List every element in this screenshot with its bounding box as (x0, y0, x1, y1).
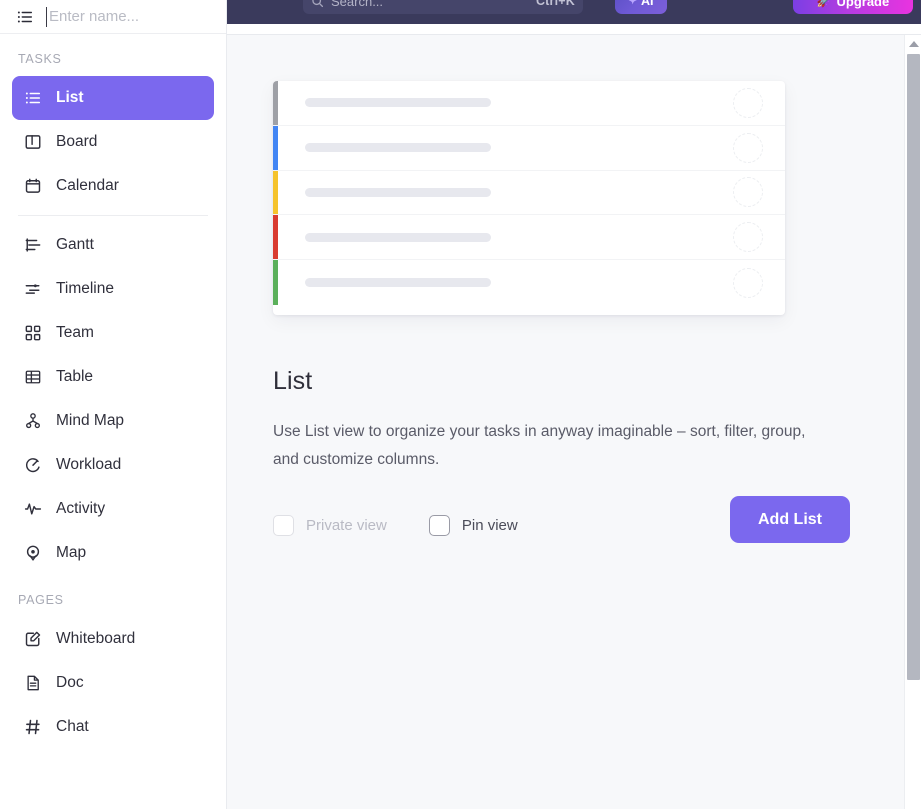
sidebar-item-label: Chat (56, 718, 89, 735)
sidebar-item-activity[interactable]: Activity (12, 487, 214, 531)
preview-row-color-bar (273, 215, 278, 260)
sidebar-divider (18, 215, 208, 216)
sidebar-item-workload[interactable]: Workload (12, 443, 214, 487)
preview-row-avatar (733, 132, 763, 163)
scroll-up-arrow-icon[interactable] (905, 35, 921, 52)
sidebar-item-team[interactable]: Team (12, 311, 214, 355)
sidebar-item-label: Doc (56, 674, 84, 691)
vertical-scrollbar[interactable] (904, 35, 921, 809)
sidebar-item-gantt[interactable]: Gantt (12, 223, 214, 267)
page-title: List (273, 367, 313, 395)
preview-row-placeholder (305, 143, 491, 153)
sidebar-item-label: Workload (56, 456, 122, 473)
sidebar-item-map[interactable]: Map (12, 531, 214, 575)
preview-row-placeholder (305, 232, 491, 242)
checkbox-box (273, 514, 294, 536)
preview-row-color-bar (273, 170, 278, 215)
top-header-bar: Search... Ctrl+K ✦ AI 🚀 Upgrade (205, 0, 921, 24)
hash-icon (23, 718, 42, 737)
preview-row (273, 81, 785, 126)
view-name-input[interactable] (46, 6, 226, 27)
scrollbar-thumb[interactable] (907, 54, 920, 680)
doc-icon (23, 674, 42, 693)
sidebar-item-label: Mind Map (56, 412, 125, 429)
mind-map-icon (23, 412, 42, 431)
ai-button[interactable]: ✦ AI (615, 0, 667, 14)
calendar-icon (23, 177, 42, 196)
table-icon (23, 368, 42, 387)
app-window: Search... Ctrl+K ✦ AI 🚀 Upgrade Enter na… (0, 0, 921, 809)
preview-row (273, 170, 785, 216)
sidebar-item-label: Board (56, 133, 98, 150)
sidebar-item-label: Team (56, 324, 94, 341)
sidebar-item-list[interactable]: List (12, 76, 214, 120)
sparkle-icon: ✦ (628, 0, 637, 7)
private-view-checkbox[interactable]: Private view (273, 514, 387, 536)
sidebar-item-timeline[interactable]: Timeline (12, 267, 214, 311)
search-icon (311, 0, 324, 8)
sidebar-nav: TASKS List Board Calendar Gantt Timeline… (0, 34, 226, 809)
ai-button-label: AI (640, 0, 654, 8)
search-shortcut: Ctrl+K (535, 0, 575, 8)
main-content: List Use List view to organize your task… (227, 35, 921, 809)
activity-icon (23, 500, 42, 519)
sidebar-item-label: Activity (56, 500, 106, 517)
preview-row-avatar (733, 267, 763, 298)
list-icon (23, 89, 42, 108)
upgrade-button[interactable]: 🚀 Upgrade (793, 0, 913, 14)
board-icon (23, 133, 42, 152)
sidebar-item-calendar[interactable]: Calendar (12, 164, 214, 208)
sidebar-item-table[interactable]: Table (12, 355, 214, 399)
name-input-row (0, 0, 226, 34)
view-preview-illustration (273, 81, 785, 315)
rocket-icon: 🚀 (816, 0, 831, 8)
sidebar-item-label: List (56, 89, 84, 106)
preview-row-color-bar (273, 81, 278, 125)
sidebar-item-board[interactable]: Board (12, 120, 214, 164)
pin-view-checkbox[interactable]: Pin view (428, 514, 518, 536)
sidebar-section-pages-label: PAGES (18, 593, 64, 607)
sidebar-item-doc[interactable]: Doc (12, 661, 214, 705)
sidebar-item-mind-map[interactable]: Mind Map (12, 399, 214, 443)
preview-row-placeholder (305, 187, 491, 197)
sidebar-item-chat[interactable]: Chat (12, 705, 214, 749)
sidebar-section-tasks-label: TASKS (18, 52, 62, 66)
sidebar-item-label: Calendar (56, 177, 119, 194)
view-description: Use List view to organize your tasks in … (273, 423, 806, 468)
add-list-button[interactable]: Add List (730, 496, 850, 543)
preview-row (273, 125, 785, 171)
sidebar-item-label: Whiteboard (56, 630, 136, 647)
view-detail-panel: List Use List view to organize your task… (273, 81, 873, 546)
private-view-label: Private view (306, 516, 387, 534)
global-search-box[interactable]: Search... Ctrl+K (303, 0, 583, 14)
preview-row-placeholder (305, 98, 491, 108)
preview-row-placeholder (305, 278, 491, 288)
preview-row-avatar (733, 222, 763, 253)
list-icon (16, 8, 34, 26)
whiteboard-icon (23, 630, 42, 649)
sidebar-item-label: Timeline (56, 280, 114, 297)
pin-view-label: Pin view (461, 516, 518, 534)
preview-row-avatar (733, 177, 763, 208)
sidebar-item-label: Table (56, 368, 94, 385)
sidebar-item-label: Map (56, 544, 87, 561)
left-panel: TASKS List (0, 0, 227, 809)
preview-row-avatar (733, 87, 763, 118)
view-options-row: Private view Pin view Add List (273, 496, 873, 546)
sidebar-item-label: Gantt (56, 236, 94, 253)
gantt-icon (23, 236, 42, 255)
preview-row-color-bar (273, 125, 278, 170)
timeline-icon (23, 280, 42, 299)
map-pin-icon (23, 544, 42, 563)
upgrade-button-label: Upgrade (836, 0, 890, 9)
workload-icon (23, 456, 42, 475)
preview-row (273, 215, 785, 261)
checkbox-box (428, 514, 450, 536)
sidebar-item-whiteboard[interactable]: Whiteboard (12, 617, 214, 661)
header-strip (205, 24, 921, 35)
search-placeholder: Search... (331, 0, 384, 9)
team-icon (23, 324, 42, 343)
preview-row-color-bar (273, 260, 278, 305)
preview-row (273, 260, 785, 305)
